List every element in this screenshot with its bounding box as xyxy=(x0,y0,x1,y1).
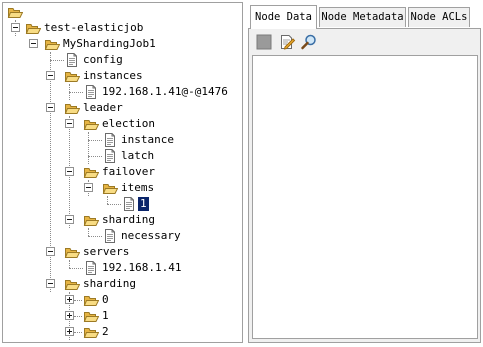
folder-open-icon xyxy=(64,276,80,292)
tree-node-label: test-elasticjob xyxy=(44,21,144,34)
collapse-toggle[interactable] xyxy=(46,71,55,80)
tree-node-shard-0[interactable]: 0 xyxy=(3,292,242,308)
file-icon xyxy=(102,228,118,244)
tree-node-label: 2 xyxy=(102,325,109,338)
folder-open-icon xyxy=(64,100,80,116)
file-icon xyxy=(102,148,118,164)
collapse-toggle[interactable] xyxy=(46,279,55,288)
tree-node-label: sharding xyxy=(102,213,155,226)
folder-open-icon xyxy=(102,180,118,196)
tree-node-label-selected: 1 xyxy=(137,196,150,212)
folder-open-icon xyxy=(83,164,99,180)
zookeeper-browser-window: test-elasticjob MyShardingJob1 config in… xyxy=(0,0,483,347)
node-details-pane: Node Data Node Metadata Node ACLs xyxy=(248,2,481,343)
edit-icon[interactable] xyxy=(278,33,296,51)
tree-node-item-1[interactable]: 1 xyxy=(3,196,242,212)
tree-node-election[interactable]: election xyxy=(3,116,242,132)
collapse-toggle[interactable] xyxy=(29,39,38,48)
tree-pane[interactable]: test-elasticjob MyShardingJob1 config in… xyxy=(2,2,243,343)
tree-node-sharding[interactable]: sharding xyxy=(3,276,242,292)
collapse-toggle[interactable] xyxy=(84,183,93,192)
tree-node-label: leader xyxy=(83,101,123,114)
tree-node-label: instances xyxy=(83,69,143,82)
file-icon xyxy=(83,260,99,276)
tree-node-label: failover xyxy=(102,165,155,178)
tree-node-shard-1[interactable]: 1 xyxy=(3,308,242,324)
tree-node-label: MyShardingJob1 xyxy=(63,37,156,50)
file-icon xyxy=(102,132,118,148)
folder-open-icon xyxy=(83,116,99,132)
collapse-toggle[interactable] xyxy=(46,103,55,112)
tab-content-node-data xyxy=(248,28,481,343)
expand-toggle[interactable] xyxy=(65,295,74,304)
collapse-toggle[interactable] xyxy=(11,23,20,32)
tree-node-failover[interactable]: failover xyxy=(3,164,242,180)
tree-node-label: sharding xyxy=(83,277,136,290)
folder-open-icon xyxy=(64,244,80,260)
folder-open-icon xyxy=(64,68,80,84)
file-icon xyxy=(64,52,80,68)
tree-node-instances[interactable]: instances xyxy=(3,68,242,84)
folder-open-icon xyxy=(83,308,99,324)
tree-node-label: instance xyxy=(121,133,174,146)
tab-node-metadata[interactable]: Node Metadata xyxy=(319,7,406,27)
folder-open-icon xyxy=(7,4,23,20)
tab-node-data[interactable]: Node Data xyxy=(250,5,317,29)
node-data-editor[interactable] xyxy=(252,55,478,339)
tree-node-label: servers xyxy=(83,245,130,258)
folder-open-icon xyxy=(25,20,41,36)
tree-node-election-instance[interactable]: instance xyxy=(3,132,242,148)
znode-tree[interactable]: test-elasticjob MyShardingJob1 config in… xyxy=(3,3,242,342)
tree-node-my-sharding-job[interactable]: MyShardingJob1 xyxy=(3,36,242,52)
tree-node-label: latch xyxy=(121,149,155,162)
collapse-toggle[interactable] xyxy=(46,247,55,256)
file-icon xyxy=(121,196,137,212)
tree-node-items[interactable]: items xyxy=(3,180,242,196)
tree-node-label: config xyxy=(83,53,123,66)
save-icon[interactable] xyxy=(255,33,273,51)
tree-node-instance-ip[interactable]: 192.168.1.41@-@1476 xyxy=(3,84,242,100)
collapse-toggle[interactable] xyxy=(65,167,74,176)
tree-node-server-ip[interactable]: 192.168.1.41 xyxy=(3,260,242,276)
search-icon[interactable] xyxy=(300,33,318,51)
tree-node-label: election xyxy=(102,117,155,130)
folder-open-icon xyxy=(83,292,99,308)
tab-node-acls[interactable]: Node ACLs xyxy=(408,7,470,27)
tree-node-label: 192.168.1.41@-@1476 xyxy=(102,85,228,98)
tree-node-label: 0 xyxy=(102,293,109,306)
tree-node-config[interactable]: config xyxy=(3,52,242,68)
file-icon xyxy=(83,84,99,100)
expand-toggle[interactable] xyxy=(65,327,74,336)
tree-node-servers[interactable]: servers xyxy=(3,244,242,260)
collapse-toggle[interactable] xyxy=(65,215,74,224)
tree-node-necessary[interactable]: necessary xyxy=(3,228,242,244)
tree-node-label: 1 xyxy=(102,309,109,322)
folder-open-icon xyxy=(83,324,99,340)
tree-node-test-elasticjob[interactable]: test-elasticjob xyxy=(3,20,242,36)
tree-node-leader[interactable]: leader xyxy=(3,100,242,116)
tree-node-label: 192.168.1.41 xyxy=(102,261,182,274)
tree-node-root[interactable] xyxy=(3,4,242,20)
tab-bar: Node Data Node Metadata Node ACLs xyxy=(248,2,481,29)
folder-open-icon xyxy=(83,212,99,228)
tree-node-latch[interactable]: latch xyxy=(3,148,242,164)
tree-node-leader-sharding[interactable]: sharding xyxy=(3,212,242,228)
expand-toggle[interactable] xyxy=(65,311,74,320)
tree-node-label: necessary xyxy=(121,229,181,242)
folder-open-icon xyxy=(44,36,60,52)
tree-node-shard-2[interactable]: 2 xyxy=(3,324,242,340)
tree-node-label: items xyxy=(121,181,155,194)
collapse-toggle[interactable] xyxy=(65,119,74,128)
